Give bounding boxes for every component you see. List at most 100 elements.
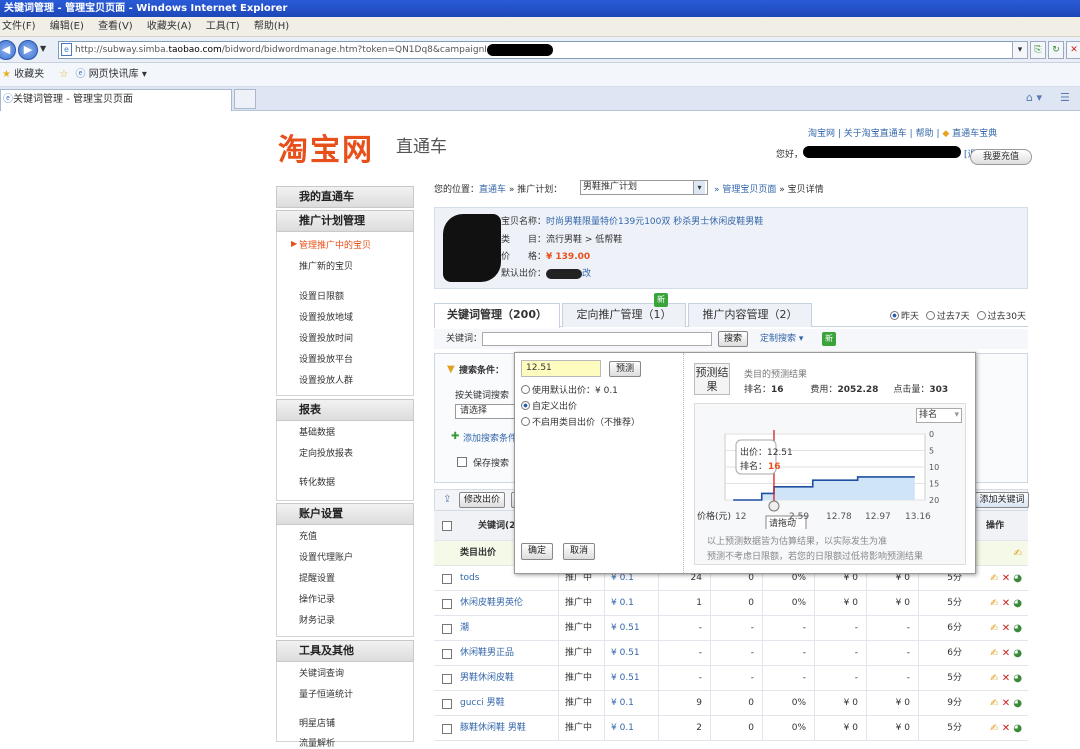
sidebar-item-agent[interactable]: 设置代理账户 xyxy=(299,550,353,563)
col-keyword[interactable]: 关键词(2 xyxy=(478,511,515,540)
sidebar-item-daily[interactable]: 设置日限额 xyxy=(299,289,344,302)
product-name[interactable]: 时尚男鞋限量特价139元100双 秒杀男士休闲皮鞋男鞋 xyxy=(546,217,763,227)
sidebar-item-stats[interactable]: 量子恒道统计 xyxy=(299,687,353,700)
cell-bid[interactable]: ¥ 0.1 xyxy=(604,591,656,615)
sidebar-head-account[interactable]: 账户设置 xyxy=(276,503,414,525)
save-search-checkbox[interactable] xyxy=(457,457,467,467)
bid-hand-icon[interactable]: ✍ xyxy=(1014,548,1022,559)
cell-bid[interactable]: ¥ 0.51 xyxy=(604,641,656,665)
link-taobao[interactable]: 淘宝网 xyxy=(808,129,835,139)
url-dropdown-icon[interactable]: ▾ xyxy=(1012,41,1028,59)
row-checkbox[interactable] xyxy=(442,699,452,709)
web-slice-gallery[interactable]: 网页快讯库 ▾ xyxy=(89,69,147,80)
history-dropdown-icon[interactable]: ▼ xyxy=(40,44,46,53)
keyword-search-input[interactable] xyxy=(482,332,712,346)
bid-hand-icon[interactable]: ✍ xyxy=(990,573,998,584)
cancel-button[interactable]: 取消 xyxy=(563,543,595,560)
sidebar-head-report[interactable]: 报表 xyxy=(276,399,414,421)
menu-tools[interactable]: 工具(T) xyxy=(206,21,240,32)
select-all-checkbox[interactable] xyxy=(442,521,452,531)
sidebar-item-region[interactable]: 设置投放地域 xyxy=(299,310,353,323)
radio-custom-bid[interactable] xyxy=(521,401,530,410)
edit-default-bid[interactable]: 改 xyxy=(582,269,591,279)
sidebar-item-basic[interactable]: 基础数据 xyxy=(299,425,335,438)
radio-7days[interactable] xyxy=(925,311,935,320)
delete-icon[interactable]: ✕ xyxy=(1002,698,1010,709)
tab-keywords[interactable]: 关键词管理（200） xyxy=(434,303,560,328)
add-filter-link[interactable]: 添加搜索条件 xyxy=(463,431,517,444)
radio-30days[interactable] xyxy=(976,311,986,320)
sidebar-item-traffic[interactable]: 流量解析 xyxy=(299,736,335,749)
row-checkbox[interactable] xyxy=(442,624,452,634)
sidebar-item-recharge[interactable]: 充值 xyxy=(299,529,317,542)
cell-keyword[interactable]: gucci 男鞋 xyxy=(460,691,556,715)
menu-view[interactable]: 查看(V) xyxy=(98,21,133,32)
tab-targeting[interactable]: 定向推广管理（1） xyxy=(562,303,686,327)
sidebar-item-platform[interactable]: 设置投放平台 xyxy=(299,352,353,365)
row-checkbox[interactable] xyxy=(442,724,452,734)
ok-button[interactable]: 确定 xyxy=(521,543,553,560)
cell-keyword[interactable]: 男鞋休闲皮鞋 xyxy=(460,666,556,690)
link-help[interactable]: 帮助 xyxy=(916,129,934,139)
chart-icon[interactable]: ◕ xyxy=(1013,623,1022,634)
home-icon[interactable]: ⌂ ▾ xyxy=(1026,91,1042,104)
radio-default-bid[interactable] xyxy=(521,385,530,394)
sidebar-item-finance[interactable]: 财务记录 xyxy=(299,613,335,626)
predict-button[interactable]: 预测 xyxy=(609,361,641,377)
cell-keyword[interactable]: 休闲鞋男正品 xyxy=(460,641,556,665)
sidebar-item-new[interactable]: 推广新的宝贝 xyxy=(299,259,353,272)
filter-select[interactable]: 请选择 xyxy=(455,404,515,419)
bid-input[interactable]: 12.51 xyxy=(521,360,601,377)
sidebar-head-plan[interactable]: 推广计划管理 xyxy=(276,210,414,232)
custom-search-link[interactable]: 定制搜索 ▾ xyxy=(760,329,803,349)
chart-icon[interactable]: ◕ xyxy=(1013,698,1022,709)
new-tab-button[interactable] xyxy=(234,89,256,109)
sidebar-item-star[interactable]: 明星店铺 xyxy=(299,716,335,729)
link-guide[interactable]: 直通车宝典 xyxy=(952,129,997,139)
refresh-icon[interactable]: ↻ xyxy=(1048,41,1064,59)
plan-select[interactable]: 男鞋推广计划 ▾ xyxy=(580,180,708,195)
chart-icon[interactable]: ◕ xyxy=(1013,598,1022,609)
row-checkbox[interactable] xyxy=(442,599,452,609)
sidebar-item-time[interactable]: 设置投放时间 xyxy=(299,331,353,344)
tab-content[interactable]: 推广内容管理（2） xyxy=(688,303,812,327)
row-checkbox[interactable] xyxy=(442,674,452,684)
menu-edit[interactable]: 编辑(E) xyxy=(50,21,84,32)
bid-hand-icon[interactable]: ✍ xyxy=(990,698,998,709)
breadcrumb-manage[interactable]: » 管理宝贝页面 xyxy=(714,185,776,195)
row-checkbox[interactable] xyxy=(442,574,452,584)
feeds-icon[interactable]: ☰ xyxy=(1060,91,1070,104)
cell-bid[interactable]: ¥ 0.1 xyxy=(604,716,656,740)
sidebar-head-tools[interactable]: 工具及其他 xyxy=(276,640,414,662)
add-keyword-button[interactable]: 添加关键词 xyxy=(975,492,1029,508)
bid-hand-icon[interactable]: ✍ xyxy=(990,673,998,684)
taobao-logo[interactable]: 淘宝网 xyxy=(278,125,374,169)
browser-tab[interactable]: ⓔ关键词管理 - 管理宝贝页面 xyxy=(0,89,232,111)
add-favorite-icon[interactable]: ☆ xyxy=(59,69,68,80)
delete-icon[interactable]: ✕ xyxy=(1002,623,1010,634)
url-field[interactable]: e http://subway.simba.taobao.com/bidword… xyxy=(58,41,1026,59)
slider-handle[interactable] xyxy=(768,500,780,512)
row-checkbox[interactable] xyxy=(442,649,452,659)
bid-hand-icon[interactable]: ✍ xyxy=(990,623,998,634)
search-button[interactable]: 搜索 xyxy=(718,331,748,347)
sidebar-item-conversion[interactable]: 转化数据 xyxy=(299,475,335,488)
chart-icon[interactable]: ◕ xyxy=(1013,723,1022,734)
breadcrumb-home[interactable]: 直通车 xyxy=(479,185,506,195)
cell-keyword[interactable]: 潮 xyxy=(460,616,556,640)
cell-keyword[interactable]: 豚鞋休闲鞋 男鞋 xyxy=(460,716,556,740)
bid-hand-icon[interactable]: ✍ xyxy=(990,648,998,659)
menu-file[interactable]: 文件(F) xyxy=(2,21,36,32)
link-about[interactable]: 关于淘宝直通车 xyxy=(844,129,907,139)
cell-bid[interactable]: ¥ 0.1 xyxy=(604,691,656,715)
favorites-button[interactable]: 收藏夹 xyxy=(14,69,44,80)
sidebar-item-target-report[interactable]: 定向投放报表 xyxy=(299,446,353,459)
delete-icon[interactable]: ✕ xyxy=(1002,573,1010,584)
sidebar-item-manage[interactable]: 管理推广中的宝贝 xyxy=(299,238,371,251)
stop-icon[interactable]: ✕ xyxy=(1066,41,1080,59)
menu-favorites[interactable]: 收藏夹(A) xyxy=(147,21,192,32)
delete-icon[interactable]: ✕ xyxy=(1002,598,1010,609)
sidebar-item-reminder[interactable]: 提醒设置 xyxy=(299,571,335,584)
bid-hand-icon[interactable]: ✍ xyxy=(990,723,998,734)
delete-icon[interactable]: ✕ xyxy=(1002,723,1010,734)
